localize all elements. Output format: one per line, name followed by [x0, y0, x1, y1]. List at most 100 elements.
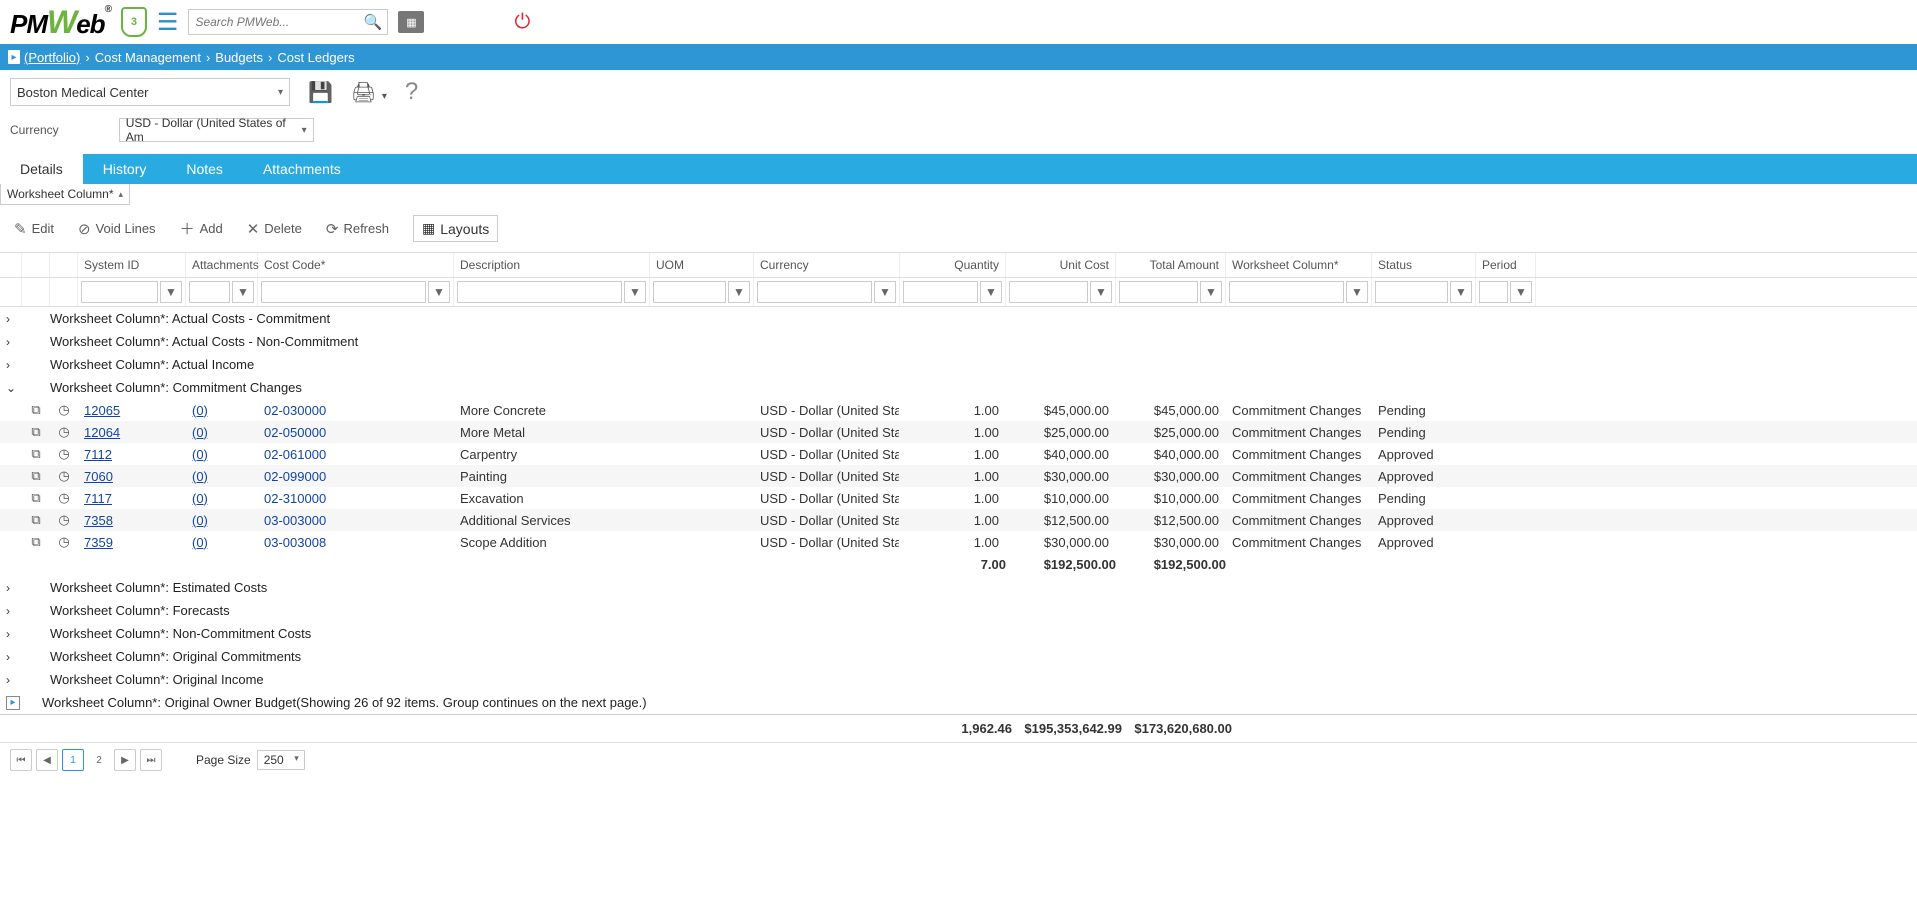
system-id-link[interactable]: 12065 — [84, 403, 120, 418]
col-unit-cost[interactable]: Unit Cost — [1006, 253, 1116, 277]
breadcrumb-cost[interactable]: Cost Management — [95, 50, 201, 65]
filter-cost-code[interactable] — [261, 281, 426, 303]
filter-total[interactable] — [1119, 281, 1198, 303]
clock-icon[interactable]: ◷ — [50, 468, 78, 484]
col-status[interactable]: Status — [1372, 253, 1476, 277]
system-id-link[interactable]: 7358 — [84, 513, 113, 528]
group-row[interactable]: ›Worksheet Column*: Non-Commitment Costs — [0, 622, 1917, 645]
pager-prev[interactable]: ◀ — [36, 749, 58, 771]
filter-icon[interactable]: ▼ — [624, 281, 646, 303]
filter-icon[interactable]: ▼ — [728, 281, 750, 303]
help-icon[interactable]: ? — [405, 78, 418, 106]
refresh-button[interactable]: ⟳Refresh — [326, 220, 389, 238]
attachment-link[interactable]: (0) — [192, 535, 208, 550]
group-row[interactable]: ›Worksheet Column*: Estimated Costs — [0, 576, 1917, 599]
pager-page-2[interactable]: 2 — [88, 749, 110, 771]
system-id-link[interactable]: 7117 — [84, 491, 112, 506]
group-row[interactable]: ›Worksheet Column*: Actual Costs - Non-C… — [0, 330, 1917, 353]
breadcrumb-portfolio[interactable]: (Portfolio) — [24, 50, 80, 65]
clock-icon[interactable]: ◷ — [50, 424, 78, 440]
filter-currency[interactable] — [757, 281, 872, 303]
filter-uom[interactable] — [653, 281, 726, 303]
group-row[interactable]: ›Worksheet Column*: Original Income — [0, 668, 1917, 691]
filter-icon[interactable]: ▼ — [232, 281, 254, 303]
attachment-link[interactable]: (0) — [192, 403, 208, 418]
group-row[interactable]: ›Worksheet Column*: Original Commitments — [0, 645, 1917, 668]
clock-icon[interactable]: ◷ — [50, 534, 78, 550]
filter-quantity[interactable] — [903, 281, 978, 303]
pager-page-1[interactable]: 1 — [62, 749, 84, 771]
clock-icon[interactable]: ◷ — [50, 490, 78, 506]
search-icon[interactable]: 🔍 — [364, 13, 383, 31]
void-lines-button[interactable]: ⊘Void Lines — [78, 220, 156, 238]
table-row[interactable]: ⧉◷7117(0)02-310000ExcavationUSD - Dollar… — [0, 487, 1917, 509]
group-row[interactable]: ›Worksheet Column*: Actual Costs - Commi… — [0, 307, 1917, 330]
filter-icon[interactable]: ▼ — [1090, 281, 1112, 303]
module-icon[interactable]: ▦ — [398, 11, 424, 33]
col-cost-code[interactable]: Cost Code* — [258, 253, 454, 277]
filter-system-id[interactable] — [81, 281, 158, 303]
save-icon[interactable]: 💾 — [308, 80, 333, 105]
currency-select[interactable]: USD - Dollar (United States of Am — [119, 118, 314, 142]
col-currency[interactable]: Currency — [754, 253, 900, 277]
page-size-select[interactable]: 250 — [257, 750, 305, 770]
copy-icon[interactable]: ⧉ — [22, 424, 50, 440]
pager-next[interactable]: ▶ — [114, 749, 136, 771]
col-attachments[interactable]: Attachments — [186, 253, 258, 277]
filter-icon[interactable]: ▼ — [980, 281, 1002, 303]
attachment-link[interactable]: (0) — [192, 513, 208, 528]
filter-attachments[interactable] — [189, 281, 230, 303]
pager-first[interactable]: ⏮ — [10, 749, 32, 771]
tab-attachments[interactable]: Attachments — [243, 154, 361, 184]
col-system-id[interactable]: System ID — [78, 253, 186, 277]
table-row[interactable]: ⧉◷7112(0)02-061000CarpentryUSD - Dollar … — [0, 443, 1917, 465]
copy-icon[interactable]: ⧉ — [22, 468, 50, 484]
filter-period[interactable] — [1479, 281, 1508, 303]
search-input[interactable] — [188, 9, 388, 35]
copy-icon[interactable]: ⧉ — [22, 446, 50, 462]
col-total-amount[interactable]: Total Amount — [1116, 253, 1226, 277]
filter-icon[interactable]: ▼ — [874, 281, 896, 303]
project-select[interactable]: Boston Medical Center — [10, 78, 290, 106]
attachment-link[interactable]: (0) — [192, 425, 208, 440]
edit-button[interactable]: ✎Edit — [14, 220, 54, 238]
system-id-link[interactable]: 12064 — [84, 425, 120, 440]
copy-icon[interactable]: ⧉ — [22, 490, 50, 506]
table-row[interactable]: ⧉◷7359(0)03-003008Scope AdditionUSD - Do… — [0, 531, 1917, 553]
copy-icon[interactable]: ⧉ — [22, 402, 50, 418]
table-row[interactable]: ⧉◷7358(0)03-003000Additional ServicesUSD… — [0, 509, 1917, 531]
pager-last[interactable]: ⏭ — [140, 749, 162, 771]
group-row-open[interactable]: ⌄ Worksheet Column*: Commitment Changes — [0, 376, 1917, 399]
filter-unit-cost[interactable] — [1009, 281, 1088, 303]
clock-icon[interactable]: ◷ — [50, 402, 78, 418]
system-id-link[interactable]: 7359 — [84, 535, 113, 550]
col-uom[interactable]: UOM — [650, 253, 754, 277]
tab-history[interactable]: History — [83, 154, 167, 184]
col-quantity[interactable]: Quantity — [900, 253, 1006, 277]
breadcrumb-caret-icon[interactable]: ▸ — [8, 50, 20, 64]
copy-icon[interactable]: ⧉ — [22, 534, 50, 550]
table-row[interactable]: ⧉◷7060(0)02-099000PaintingUSD - Dollar (… — [0, 465, 1917, 487]
tab-details[interactable]: Details — [0, 154, 83, 184]
shield-badge[interactable]: 3 — [121, 7, 147, 37]
group-row[interactable]: ›Worksheet Column*: Actual Income — [0, 353, 1917, 376]
attachment-link[interactable]: (0) — [192, 491, 208, 506]
col-description[interactable]: Description — [454, 253, 650, 277]
filter-icon[interactable]: ▼ — [1510, 281, 1532, 303]
filter-icon[interactable]: ▼ — [1450, 281, 1472, 303]
group-row[interactable]: ›Worksheet Column*: Forecasts — [0, 599, 1917, 622]
filter-icon[interactable]: ▼ — [1200, 281, 1222, 303]
filter-worksheet-col[interactable] — [1229, 281, 1344, 303]
col-worksheet-column[interactable]: Worksheet Column* — [1226, 253, 1372, 277]
power-icon[interactable]: ⏻ — [514, 11, 530, 34]
clock-icon[interactable]: ◷ — [50, 446, 78, 462]
layouts-button[interactable]: ▦Layouts — [413, 215, 498, 242]
group-row-last[interactable]: ▸ Worksheet Column*: Original Owner Budg… — [0, 691, 1917, 714]
col-period[interactable]: Period — [1476, 253, 1536, 277]
attachment-link[interactable]: (0) — [192, 469, 208, 484]
table-row[interactable]: ⧉◷12064(0)02-050000More MetalUSD - Dolla… — [0, 421, 1917, 443]
filter-description[interactable] — [457, 281, 622, 303]
copy-icon[interactable]: ⧉ — [22, 512, 50, 528]
attachment-link[interactable]: (0) — [192, 447, 208, 462]
breadcrumb-budgets[interactable]: Budgets — [215, 50, 263, 65]
